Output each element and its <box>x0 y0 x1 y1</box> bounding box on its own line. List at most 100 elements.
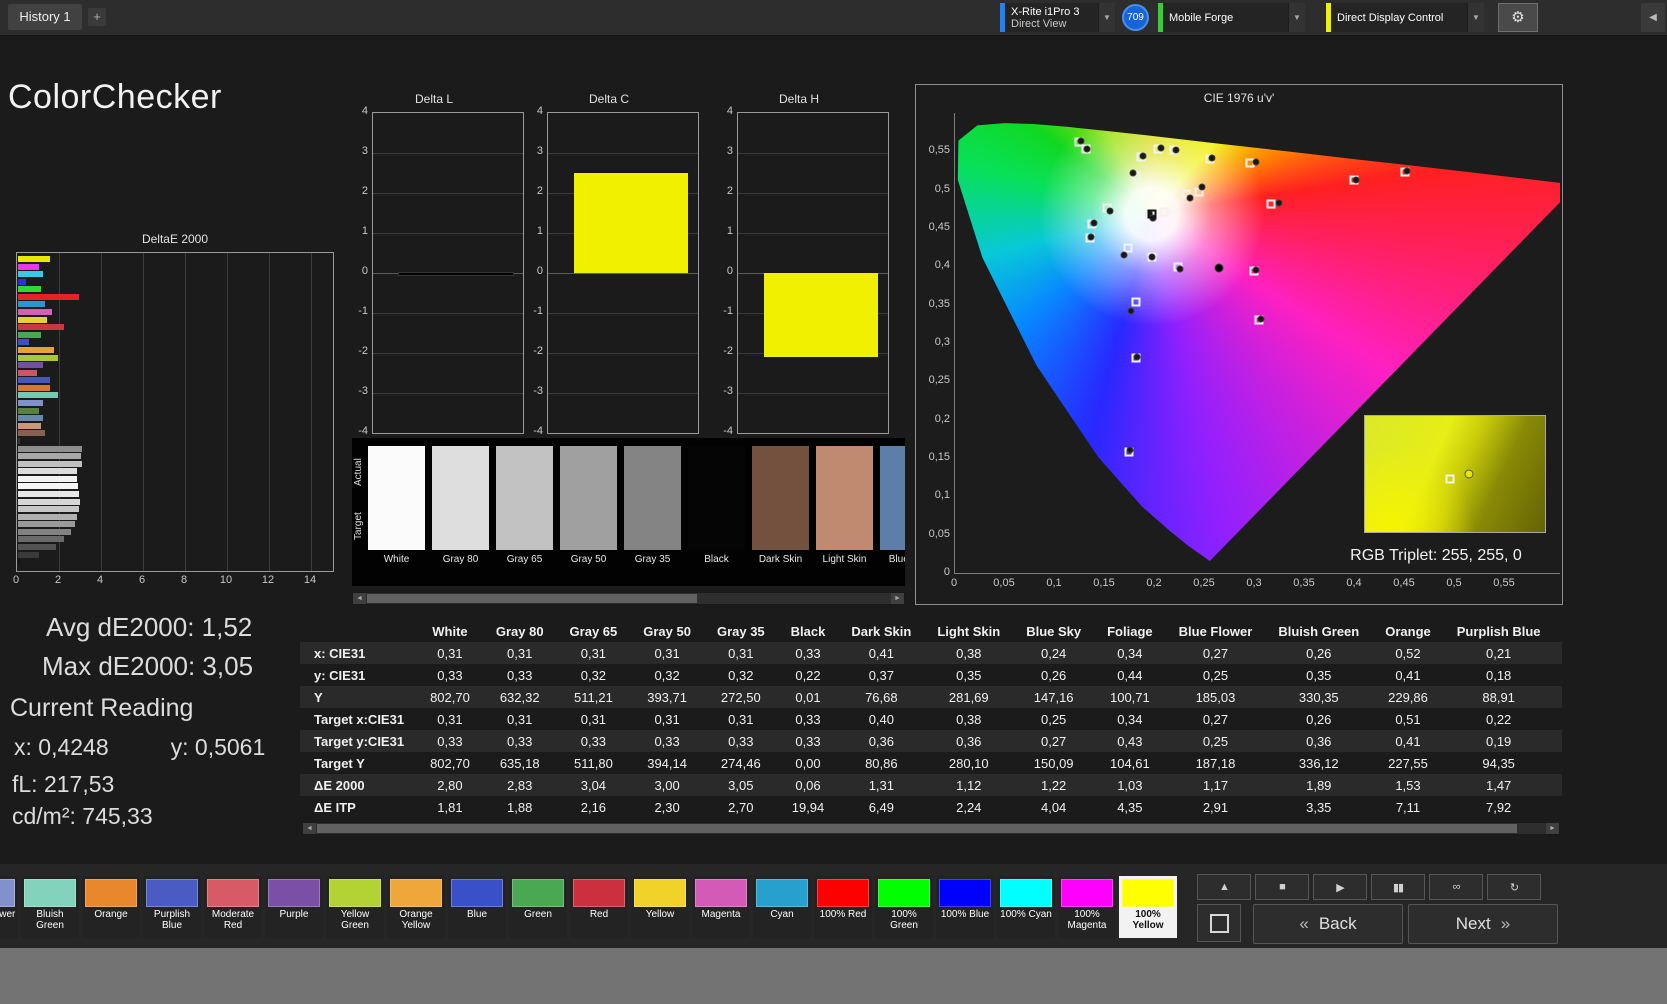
patch-button-orange-yellow[interactable]: Orange Yellow <box>387 876 445 938</box>
patch-button-blue-flower[interactable]: Blue Flower <box>0 876 18 938</box>
patch-button-magenta[interactable]: Magenta <box>692 876 750 938</box>
table-cell: 6,49 <box>838 796 924 818</box>
swatch-gray-50[interactable] <box>560 446 617 550</box>
axis-tick-label: 4 <box>344 105 368 117</box>
deltae-bar <box>18 294 79 300</box>
gridline <box>373 353 523 354</box>
column-header: Gray 35 <box>704 620 778 642</box>
deltae-bar <box>18 392 58 398</box>
swatch-gray-80[interactable] <box>432 446 489 550</box>
patch-button-100-yellow[interactable]: 100% Yellow <box>1119 876 1177 938</box>
table-scrollbar[interactable]: ◄ ► <box>302 822 1560 835</box>
table-cell: 511,21 <box>557 686 631 708</box>
patch-button-purple[interactable]: Purple <box>265 876 323 938</box>
swatch-gray-35[interactable] <box>624 446 681 550</box>
table-cell: 0,46 <box>1554 708 1562 730</box>
table-cell: 0,36 <box>838 730 924 752</box>
patch-swatch <box>573 879 625 907</box>
back-button[interactable]: « Back <box>1253 904 1403 944</box>
swatch-light-skin[interactable] <box>816 446 873 550</box>
next-chevrons-icon: » <box>1501 914 1510 934</box>
swatch-gray-65[interactable] <box>496 446 553 550</box>
deltae-bar <box>18 423 41 429</box>
table-cell: 1,88 <box>483 796 557 818</box>
table-cell: 0,33 <box>417 730 483 752</box>
patch-button-red[interactable]: Red <box>570 876 628 938</box>
deltae-bar <box>18 506 79 512</box>
target-marker-purplish-blue <box>1131 298 1140 307</box>
scroll-right-icon[interactable]: ► <box>891 593 904 604</box>
patch-button-yellow[interactable]: Yellow <box>631 876 689 938</box>
patch-button-100-blue[interactable]: 100% Blue <box>936 876 994 938</box>
table-cell: 511,80 <box>557 752 631 774</box>
patch-button-orange[interactable]: Orange <box>82 876 140 938</box>
patch-button-blue[interactable]: Blue <box>448 876 506 938</box>
deltae-bar <box>18 408 39 414</box>
deltae-bar <box>18 552 39 558</box>
patch-button-moderate-red[interactable]: Moderate Red <box>204 876 262 938</box>
axis-tick-label: 3 <box>709 145 733 157</box>
xy-readout: x: 0,4248y: 0,5061 <box>14 734 265 761</box>
gridline <box>373 193 523 194</box>
swatch-dark-skin[interactable] <box>752 446 809 550</box>
chevron-down-icon[interactable]: ▼ <box>1467 3 1484 32</box>
add-tab-button[interactable]: + <box>88 8 106 26</box>
collapse-panel-icon[interactable]: ◀ <box>1641 3 1665 32</box>
patch-button-green[interactable]: Green <box>509 876 567 938</box>
patch-button-bluish-green[interactable]: Bluish Green <box>21 876 79 938</box>
patch-swatch <box>85 879 137 907</box>
gear-icon[interactable]: ⚙ <box>1498 3 1538 32</box>
swatch-white[interactable] <box>368 446 425 550</box>
row-label: Target y:CIE31 <box>300 730 417 752</box>
patch-label: Yellow <box>631 909 689 933</box>
table-cell: 0,01 <box>778 686 839 708</box>
patch-button-yellow-green[interactable]: Yellow Green <box>326 876 384 938</box>
patch-button-100-magenta[interactable]: 100% Magenta <box>1058 876 1116 938</box>
display-control-dropdown[interactable]: Direct Display Control ▼ <box>1326 3 1484 32</box>
chevron-down-icon[interactable]: ▼ <box>1288 3 1305 32</box>
patch-swatch <box>817 879 869 907</box>
table-cell: 0,06 <box>778 774 839 796</box>
continuous-button[interactable]: ∞ <box>1429 874 1483 900</box>
scroll-right-icon[interactable]: ► <box>1546 823 1559 834</box>
chevron-down-icon[interactable]: ▼ <box>1098 3 1115 32</box>
tab-history-1[interactable]: History 1 <box>8 4 82 30</box>
gridline <box>738 393 888 394</box>
patch-button-cyan[interactable]: Cyan <box>753 876 811 938</box>
table-cell: 0,31 <box>557 708 631 730</box>
scrollbar-thumb[interactable] <box>317 824 1517 833</box>
column-header: Bluish Green <box>1265 620 1372 642</box>
table-cell: 0,33 <box>778 730 839 752</box>
swatch-label: Light Skin <box>816 554 873 568</box>
table-cell: 635,18 <box>483 752 557 774</box>
scroll-left-icon[interactable]: ◄ <box>303 823 316 834</box>
stop-button[interactable]: ■ <box>1255 874 1309 900</box>
pause-button[interactable]: ▮▮ <box>1371 874 1425 900</box>
play-button[interactable]: ▶ <box>1313 874 1367 900</box>
swatch-blue-sky[interactable] <box>880 446 905 550</box>
eject-button[interactable]: ▲ <box>1197 874 1251 900</box>
table-cell: 150,09 <box>1013 752 1094 774</box>
axis-tick-label: 3 <box>519 145 543 157</box>
patch-label: Magenta <box>692 909 750 933</box>
swatch-scrollbar[interactable]: ◄ ► <box>352 592 905 605</box>
patch-label: Red <box>570 909 628 933</box>
patch-button-100-green[interactable]: 100% Green <box>875 876 933 938</box>
scroll-left-icon[interactable]: ◄ <box>353 593 366 604</box>
next-button[interactable]: Next » <box>1408 904 1558 944</box>
repeat-button[interactable]: ↻ <box>1487 874 1541 900</box>
measured-marker-moderate-red <box>1276 199 1283 206</box>
patch-button-purplish-blue[interactable]: Purplish Blue <box>143 876 201 938</box>
source-dropdown[interactable]: Mobile Forge ▼ <box>1158 3 1305 32</box>
deltae-bar <box>18 271 43 277</box>
meter-dropdown[interactable]: X-Rite i1Pro 3 Direct View ▼ <box>1000 3 1115 32</box>
scrollbar-thumb[interactable] <box>367 594 697 603</box>
square-pattern-button[interactable] <box>1197 904 1241 942</box>
axis-tick-label: -4 <box>344 425 368 437</box>
gridline <box>548 313 698 314</box>
swatch-black[interactable] <box>688 446 745 550</box>
patch-button-100-red[interactable]: 100% Red <box>814 876 872 938</box>
patch-button-100-cyan[interactable]: 100% Cyan <box>997 876 1055 938</box>
axis-tick-label: 4 <box>709 105 733 117</box>
row-label: y: CIE31 <box>300 664 417 686</box>
